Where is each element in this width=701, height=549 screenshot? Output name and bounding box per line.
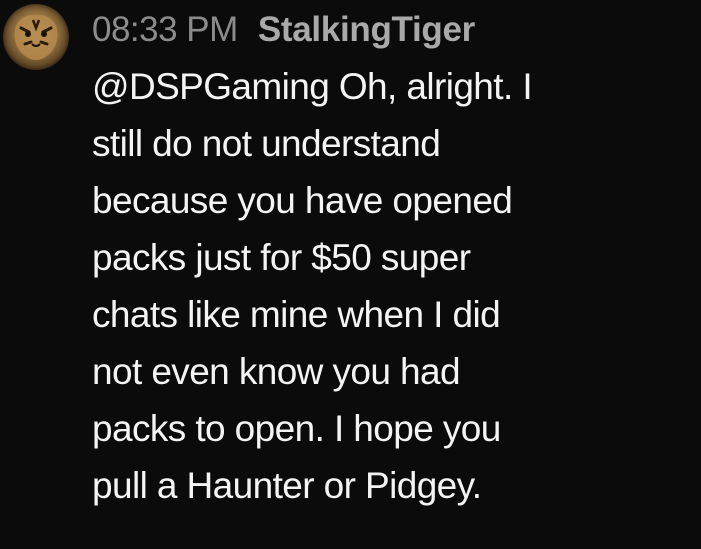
timestamp: 08:33 PM bbox=[92, 10, 238, 49]
tiger-avatar-icon[interactable] bbox=[3, 4, 69, 70]
author-name[interactable]: StalkingTiger bbox=[258, 10, 475, 49]
message-text-line: packs to open. I hope you bbox=[92, 408, 501, 449]
chat-message: 08:33 PM StalkingTiger @DSPGaming Oh, alr… bbox=[0, 0, 701, 549]
message-text-line: @DSPGaming Oh, alright. I bbox=[92, 66, 533, 107]
message-text-line: not even know you had bbox=[92, 351, 461, 392]
message-text-line: pull a Haunter or Pidgey. bbox=[92, 465, 482, 506]
message-text-line: chats like mine when I did bbox=[92, 294, 501, 335]
message-meta: 08:33 PM StalkingTiger bbox=[92, 2, 692, 58]
message-text-line: still do not understand bbox=[92, 123, 441, 164]
message-body: 08:33 PM StalkingTiger @DSPGaming Oh, alr… bbox=[92, 2, 692, 514]
message-text-line: because you have opened bbox=[92, 180, 513, 221]
avatar-image bbox=[14, 14, 58, 60]
message-text-line: packs just for $50 super bbox=[92, 237, 471, 278]
